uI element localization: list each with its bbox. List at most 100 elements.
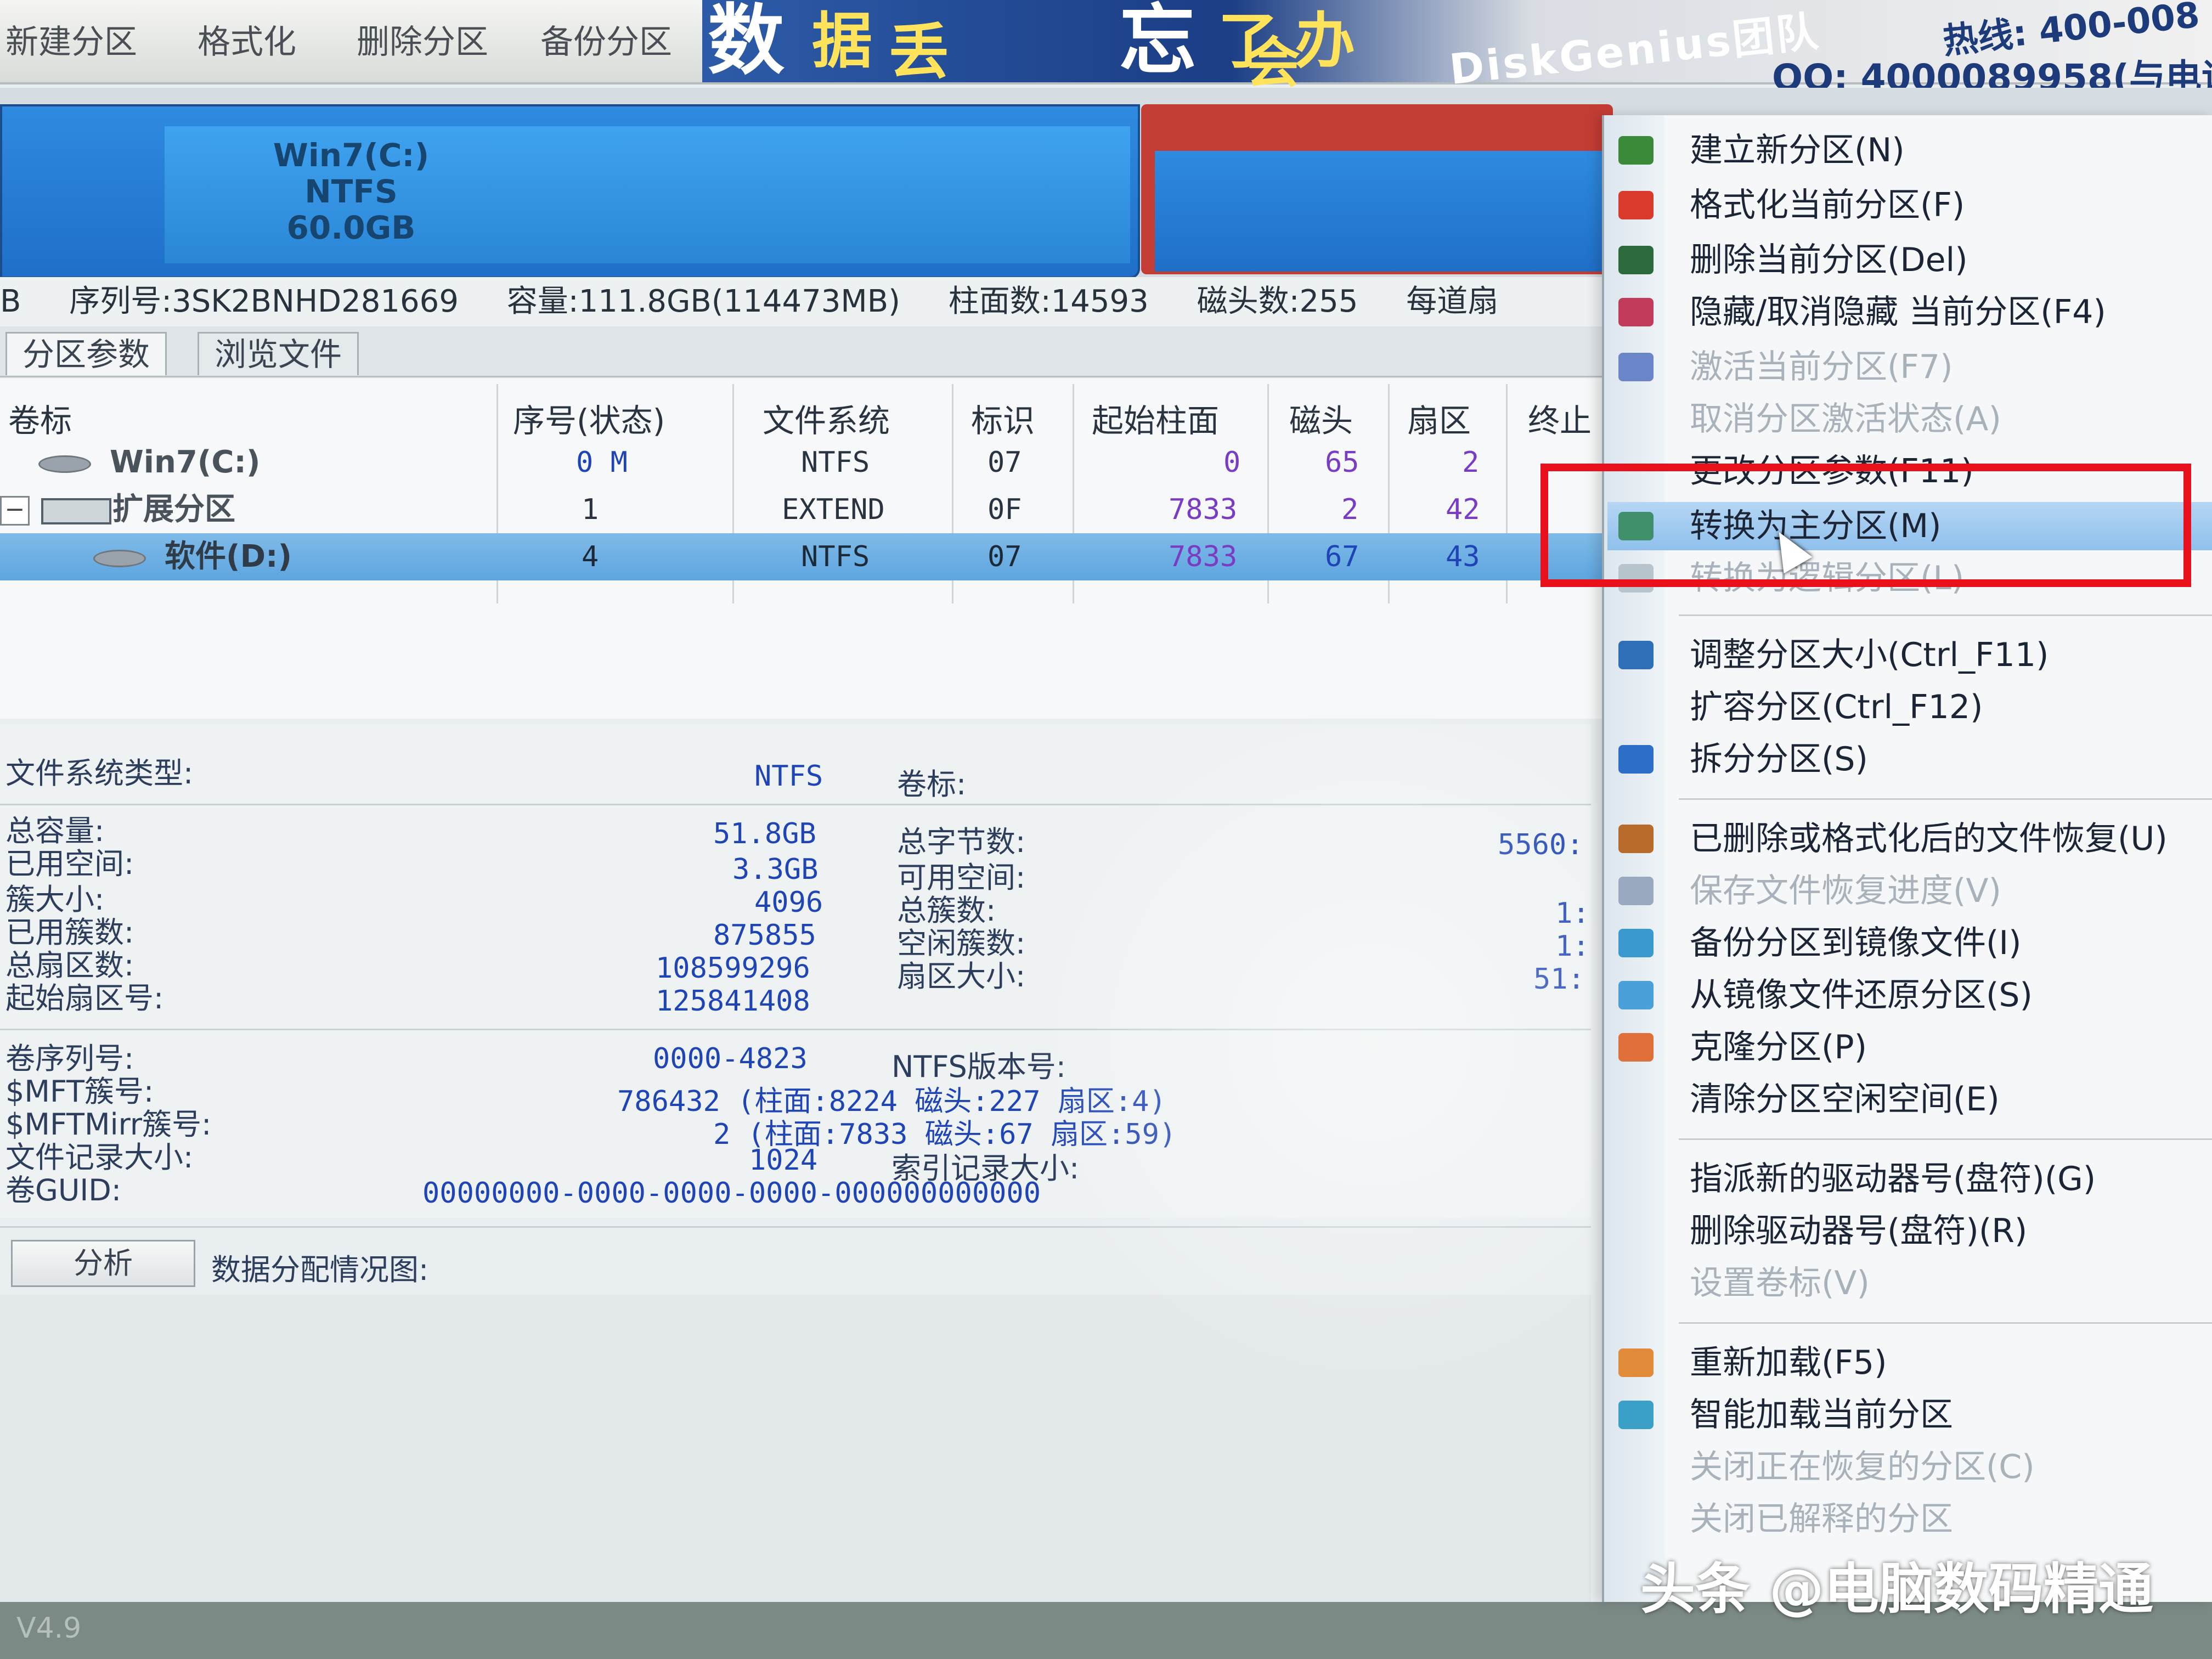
menu-item-icon: [1618, 877, 1654, 905]
menu-item[interactable]: 重新加载(F5): [1607, 1339, 2212, 1387]
fs-type-value: NTFS: [754, 760, 823, 793]
menu-item[interactable]: 清除分区空闲空间(E): [1607, 1075, 2212, 1124]
row-head: 2: [1341, 493, 1359, 526]
allocation-map-area: [0, 1295, 1591, 1602]
table-row[interactable]: Win7(C:) 0 M NTFS 07 0 65 2: [0, 439, 1602, 486]
menu-item-label: 重新加载(F5): [1690, 1344, 1887, 1382]
menu-item-label: 建立新分区(N): [1690, 131, 1905, 170]
menu-item-label: 从镜像文件还原分区(S): [1690, 976, 2033, 1014]
col-header-id[interactable]: 标识: [971, 395, 1035, 441]
volume-guid-label: 卷GUID:: [5, 1173, 122, 1207]
highlight-annotation-box: [1541, 464, 2191, 587]
menu-item[interactable]: 设置卷标(V): [1607, 1259, 2212, 1307]
menu-item-icon: [1618, 981, 1654, 1009]
menu-item-label: 格式化当前分区(F): [1690, 186, 1965, 224]
menu-item[interactable]: 指派新的驱动器号(盘符)(G): [1607, 1155, 2212, 1203]
row-sector: 43: [1446, 540, 1480, 573]
sector-size-label: 扇区大小:: [897, 959, 1026, 994]
menu-item[interactable]: 拆分分区(S): [1607, 735, 2212, 783]
cluster-size-value: 4096: [754, 886, 823, 919]
menu-item-label: 隐藏/取消隐藏 当前分区(F4): [1690, 293, 2106, 331]
row-index: 0 M: [576, 446, 628, 479]
col-header-filesystem[interactable]: 文件系统: [763, 395, 890, 441]
disk-serial: 序列号:3SK2BNHD281669: [69, 284, 459, 319]
row-filesystem: EXTEND: [782, 493, 885, 526]
col-header-start-cylinder[interactable]: 起始柱面: [1092, 395, 1219, 441]
menu-item[interactable]: 关闭已解释的分区: [1607, 1495, 2212, 1543]
menu-item-label: 清除分区空闲空间(E): [1690, 1080, 2000, 1119]
tree-collapse-icon[interactable]: −: [0, 496, 30, 526]
version-label: V4.9: [16, 1612, 82, 1645]
menu-item-icon: [1618, 298, 1654, 326]
table-row-selected[interactable]: 软件(D:) 4 NTFS 07 7833 67 43: [0, 533, 1602, 580]
menu-item[interactable]: 从镜像文件还原分区(S): [1607, 971, 2212, 1019]
menu-item-label: 克隆分区(P): [1690, 1028, 1867, 1066]
disk-model-tail: B: [0, 284, 21, 319]
used-clusters-value: 875855: [713, 919, 816, 952]
menu-item[interactable]: 克隆分区(P): [1607, 1023, 2212, 1071]
menu-item-icon: [1618, 1033, 1654, 1062]
row-head: 67: [1325, 540, 1359, 573]
partition-c-fs: NTFS: [304, 173, 398, 210]
menu-item[interactable]: 删除当前分区(Del): [1607, 236, 2212, 284]
row-volume-name: 扩展分区: [112, 492, 235, 527]
row-index: 4: [582, 540, 599, 573]
row-sector: 42: [1446, 493, 1480, 526]
new-partition-button[interactable]: 新建分区: [5, 15, 137, 63]
menu-item[interactable]: 已删除或格式化后的文件恢复(U): [1607, 815, 2212, 863]
total-bytes-value: 5560:: [1498, 828, 1584, 861]
menu-item-label: 智能加载当前分区: [1690, 1396, 1953, 1434]
partition-block-d[interactable]: [1155, 151, 1605, 272]
menu-item[interactable]: 隐藏/取消隐藏 当前分区(F4): [1607, 288, 2212, 336]
menu-item[interactable]: 备份分区到镜像文件(I): [1607, 919, 2212, 967]
banner-char: 丢: [889, 17, 949, 87]
menu-item-icon: [1618, 825, 1654, 853]
delete-partition-button[interactable]: 删除分区: [357, 15, 488, 63]
menu-item[interactable]: 调整分区大小(Ctrl_F11): [1607, 631, 2212, 679]
col-header-index[interactable]: 序号(状态): [513, 395, 665, 441]
row-filesystem: NTFS: [801, 446, 870, 479]
menu-item[interactable]: 建立新分区(N): [1607, 126, 2212, 174]
row-index: 1: [582, 493, 599, 526]
menu-item-icon: [1618, 641, 1654, 669]
used-space-value: 3.3GB: [732, 853, 819, 886]
row-id: 07: [988, 446, 1022, 479]
col-header-head[interactable]: 磁头: [1289, 395, 1353, 441]
analyze-button[interactable]: 分析: [11, 1240, 195, 1287]
menu-item[interactable]: 删除驱动器号(盘符)(R): [1607, 1207, 2212, 1255]
col-header-volume[interactable]: 卷标: [8, 395, 72, 441]
fs-type-label: 文件系统类型:: [5, 756, 194, 791]
table-row[interactable]: − 扩展分区 1 EXTEND 0F 7833 2 42: [0, 486, 1602, 533]
row-id: 0F: [988, 493, 1022, 526]
menu-item[interactable]: 取消分区激活状态(A): [1607, 395, 2212, 443]
menu-item[interactable]: 智能加载当前分区: [1607, 1391, 2212, 1439]
menu-item-label: 取消分区激活状态(A): [1690, 400, 2001, 438]
menu-item[interactable]: 格式化当前分区(F): [1607, 181, 2212, 229]
tab-partition-params[interactable]: 分区参数: [5, 332, 167, 375]
format-button[interactable]: 格式化: [198, 15, 296, 63]
col-header-sector[interactable]: 扇区: [1407, 395, 1471, 441]
row-start-cylinder: 7833: [1169, 493, 1238, 526]
banner-char: 办: [1295, 6, 1355, 76]
menu-item[interactable]: 激活当前分区(F7): [1607, 343, 2212, 391]
menu-item-icon: [1618, 929, 1654, 957]
menu-item[interactable]: 保存文件恢复进度(V): [1607, 867, 2212, 915]
menu-item-icon: [1618, 353, 1654, 381]
backup-partition-button[interactable]: 备份分区: [540, 15, 672, 63]
partition-c-name: Win7(C:): [273, 137, 430, 174]
row-volume-name: 软件(D:): [165, 539, 292, 574]
volume-label-label: 卷标:: [897, 767, 967, 802]
menu-item-label: 激活当前分区(F7): [1690, 348, 1953, 386]
tab-browse-files[interactable]: 浏览文件: [198, 332, 359, 375]
menu-item-label: 删除驱动器号(盘符)(R): [1690, 1212, 2028, 1250]
col-header-end[interactable]: 终止: [1528, 395, 1592, 441]
row-filesystem: NTFS: [801, 540, 870, 573]
menu-item-icon: [1618, 246, 1654, 274]
disk-drive-icon: [38, 455, 91, 473]
menu-item-label: 指派新的驱动器号(盘符)(G): [1690, 1160, 2096, 1198]
menu-item[interactable]: 扩容分区(Ctrl_F12): [1607, 683, 2212, 731]
menu-item-icon: [1618, 745, 1654, 774]
menu-item[interactable]: 关闭正在恢复的分区(C): [1607, 1443, 2212, 1491]
extended-partition-icon: [41, 498, 111, 524]
tab-bar: 分区参数 浏览文件: [0, 326, 1602, 377]
